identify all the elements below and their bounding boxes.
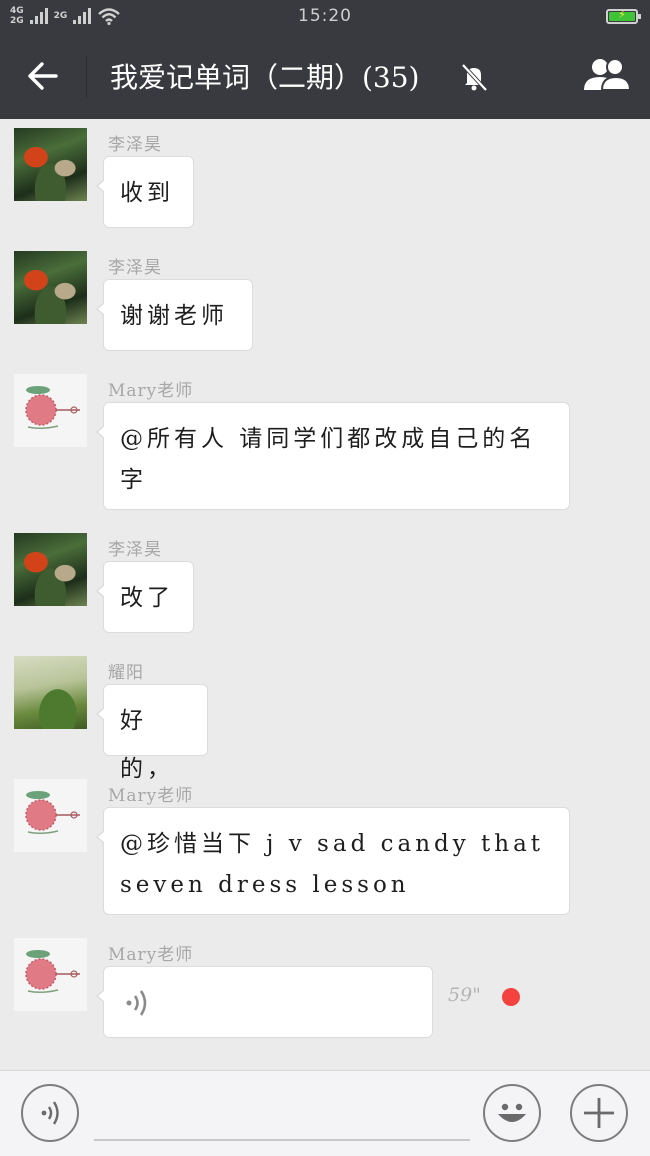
plus-icon bbox=[584, 1098, 614, 1128]
clock: 15:20 bbox=[298, 6, 352, 26]
sender-name: 李泽昊 bbox=[108, 540, 162, 560]
ornament-avatar[interactable] bbox=[14, 779, 87, 852]
message-text: 改了 bbox=[120, 585, 174, 611]
sender-name: Mary老师 bbox=[108, 381, 194, 401]
group-members-icon[interactable] bbox=[580, 54, 634, 98]
sender-name: 李泽昊 bbox=[108, 258, 162, 278]
status-bar: 4G 2G 2G 15:20 ⚡ bbox=[0, 0, 650, 34]
chat-header: 我爱记单词（二期）(35) bbox=[0, 34, 650, 119]
ornament-image bbox=[25, 386, 80, 430]
mute-bell-icon bbox=[461, 63, 488, 92]
message-bubble[interactable]: 收到 bbox=[96, 156, 194, 228]
message-item: 李泽昊 改了 bbox=[0, 533, 650, 633]
message-bubble[interactable]: 谢谢老师 bbox=[96, 279, 253, 351]
input-bar bbox=[0, 1070, 650, 1156]
ornament-avatar[interactable] bbox=[14, 938, 87, 1011]
message-text: 收到 bbox=[120, 180, 174, 206]
message-bubble[interactable]: @珍惜当下 j v sad candy that seven dress les… bbox=[96, 807, 570, 915]
chat-title: 我爱记单词（二期）(35) bbox=[110, 61, 420, 94]
sender-name: Mary老师 bbox=[108, 945, 194, 965]
message-item: Mary老师 @珍惜当下 j v sad candy that seven dr… bbox=[0, 779, 650, 916]
sender-name: 耀阳 bbox=[108, 663, 144, 683]
message-item: 李泽昊 谢谢老师 bbox=[0, 251, 650, 351]
ornament-avatar[interactable] bbox=[14, 374, 87, 447]
duck-avatar[interactable] bbox=[14, 128, 87, 201]
unread-dot bbox=[502, 988, 520, 1006]
message-input[interactable] bbox=[94, 1087, 470, 1141]
emoji-button[interactable] bbox=[483, 1084, 541, 1142]
message-bubble[interactable]: @所有人 请同学们都改成自己的名字 bbox=[96, 402, 570, 510]
message-item: 李泽昊 收到 bbox=[0, 128, 650, 228]
smiley-icon bbox=[498, 1103, 526, 1122]
ornament-image bbox=[25, 791, 80, 835]
voice-message-bubble[interactable] bbox=[96, 966, 433, 1038]
charging-icon: ⚡ bbox=[618, 8, 626, 21]
ornament-image bbox=[25, 950, 80, 994]
sender-name: Mary老师 bbox=[108, 786, 194, 806]
voice-input-button[interactable] bbox=[21, 1084, 79, 1142]
more-options-button[interactable] bbox=[570, 1084, 628, 1142]
duck-avatar[interactable] bbox=[14, 251, 87, 324]
duck-avatar[interactable] bbox=[14, 533, 87, 606]
voice-message-item: Mary老师 59" bbox=[0, 938, 650, 1040]
message-bubble[interactable]: 改了 bbox=[96, 561, 194, 633]
voice-duration: 59" bbox=[448, 984, 481, 1006]
message-item: Mary老师 @所有人 请同学们都改成自己的名字 bbox=[0, 374, 650, 511]
message-text: 谢谢老师 bbox=[120, 303, 228, 329]
message-text: @所有人 请同学们都改成自己的名字 bbox=[120, 426, 537, 493]
message-item: 耀阳 好的， bbox=[0, 656, 650, 782]
sender-name: 李泽昊 bbox=[108, 135, 162, 155]
battery-icon: ⚡ bbox=[606, 8, 641, 24]
voice-icon bbox=[41, 1101, 59, 1125]
voice-wave-icon bbox=[126, 990, 147, 1016]
message-bubble[interactable]: 好的， bbox=[96, 684, 208, 782]
back-arrow-icon[interactable] bbox=[18, 54, 68, 98]
field-avatar[interactable] bbox=[14, 656, 87, 729]
header-divider bbox=[86, 56, 87, 98]
message-text: @珍惜当下 j v sad candy that seven dress les… bbox=[120, 831, 545, 898]
